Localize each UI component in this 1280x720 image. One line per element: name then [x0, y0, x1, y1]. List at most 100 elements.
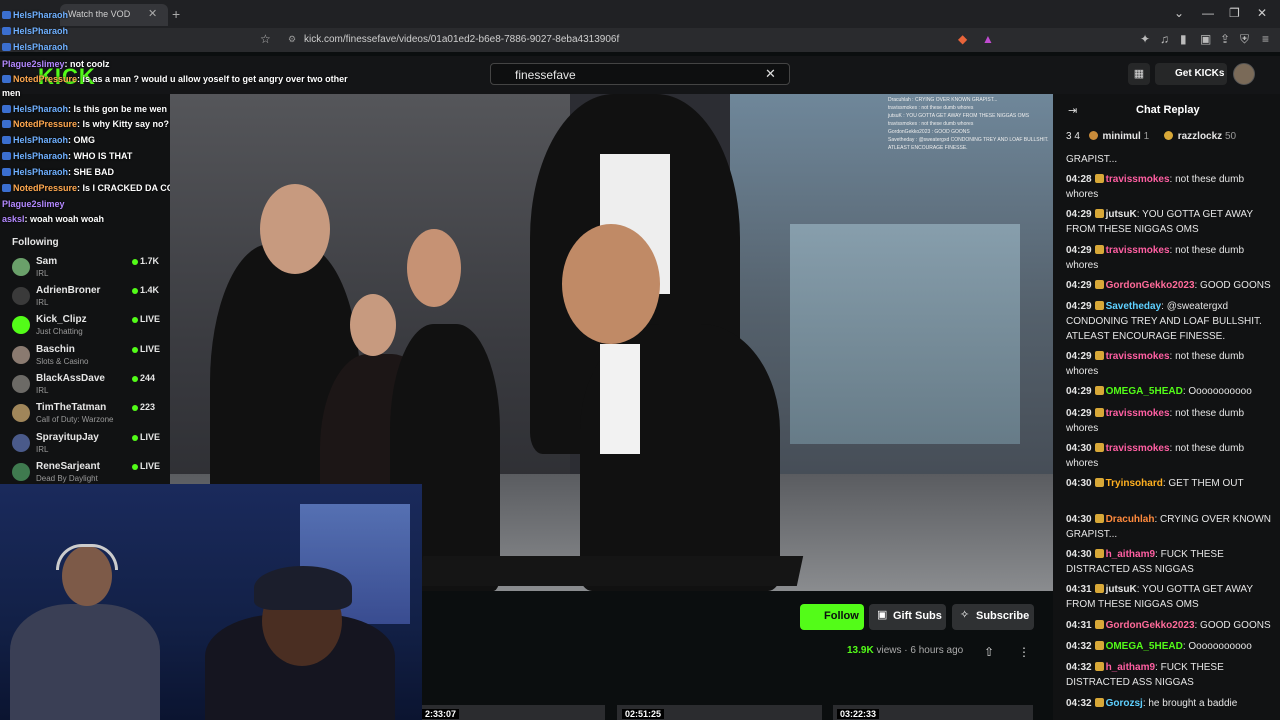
share-icon[interactable]: ⇧: [984, 645, 994, 659]
chat-message: 04:30 h_aitham9: FUCK THESE DISTRACTED AS…: [1066, 547, 1276, 577]
extensions-icon[interactable]: ✦: [1140, 32, 1150, 46]
sidebar-channel[interactable]: SprayitupJay IRL LIVE: [12, 432, 168, 461]
get-kicks-button[interactable]: Get KICKs: [1155, 63, 1227, 85]
chat-username[interactable]: Gorozsj: [1106, 698, 1143, 709]
chat-message: 04:29 OMEGA_5HEAD: Ooooooooooo: [1066, 384, 1276, 399]
chat-message: 04:30 travissmokes: not these dumb whores: [1066, 441, 1276, 471]
chat-badge-icon: [1094, 641, 1104, 650]
chat-badge-icon: [2, 27, 11, 35]
chat-username[interactable]: travissmokes: [1106, 408, 1170, 419]
chat-username[interactable]: OMEGA_5HEAD: [1106, 641, 1183, 652]
overlay-chat-text: : is as a man ? would u allow yoself to …: [77, 74, 348, 84]
theater-mode-icon[interactable]: ▦: [1128, 63, 1150, 85]
collapse-chat-icon[interactable]: ⇥: [1068, 104, 1077, 117]
chat-badge-icon: [2, 136, 11, 144]
overlay-chat-user: HelsPharaoh: [13, 151, 69, 161]
channel-avatar: [12, 316, 30, 334]
overlay-chat-text: : woah woah woah: [24, 214, 105, 224]
chat-username[interactable]: Savetheday: [1106, 301, 1162, 312]
chat-username[interactable]: h_aitham9: [1106, 549, 1155, 560]
more-options-icon[interactable]: ⋮: [1018, 645, 1030, 659]
chat-message-text: : he brought a baddie: [1142, 698, 1238, 709]
channel-avatar: [12, 346, 30, 364]
chat-username[interactable]: GordonGekko2023: [1106, 280, 1195, 291]
channel-avatar: [12, 287, 30, 305]
chat-message: 04:29 GordonGekko2023: GOOD GOONS: [1066, 278, 1276, 293]
chat-username[interactable]: jutsuK: [1106, 209, 1137, 220]
minimize-icon[interactable]: —: [1202, 6, 1214, 20]
clear-search-icon[interactable]: ✕: [765, 66, 776, 82]
media-icon[interactable]: ♫: [1160, 32, 1169, 46]
video-overlay-chat-line: travissmokes : not these dumb whores: [888, 105, 974, 111]
wallet-icon[interactable]: ▣: [1200, 32, 1211, 46]
video-overlay-chat-line: jutsuK : YOU GOTTA GET AWAY FROM THESE N…: [888, 113, 1030, 119]
overlay-chat-line: HelsPharaoh: [2, 10, 68, 20]
search-input[interactable]: finessefave: [490, 63, 790, 85]
chat-replay-title: Chat Replay: [1136, 104, 1200, 116]
chat-timestamp: 04:29: [1066, 280, 1092, 291]
chat-badge-icon: [1094, 662, 1104, 671]
chat-timestamp: 04:28: [1066, 174, 1092, 185]
channel-viewers: 1.4K: [140, 285, 160, 295]
chat-timestamp: 04:32: [1066, 641, 1092, 652]
chat-username[interactable]: h_aitham9: [1106, 662, 1155, 673]
brave-shield-icon[interactable]: ◆: [958, 32, 967, 46]
channel-name: Baschin: [36, 344, 75, 355]
video-face: [407, 229, 461, 307]
sidebar-channel[interactable]: Sam IRL 1.7K: [12, 256, 168, 285]
chat-username[interactable]: Dracuhlah: [1106, 514, 1155, 525]
overlay-chat-text: : WHO IS THAT: [68, 151, 133, 161]
channel-name: TimTheTatman: [36, 402, 107, 413]
channel-category: Slots & Casino: [36, 357, 89, 366]
channel-name: BlackAssDave: [36, 373, 105, 384]
chat-username[interactable]: OMEGA_5HEAD: [1106, 386, 1183, 397]
rewards-icon[interactable]: ▲: [982, 32, 994, 46]
url-text: kick.com/finessefave/videos/01a01ed2-b6e…: [304, 34, 620, 45]
sidebar-channel[interactable]: TimTheTatman Call of Duty: Warzone 223: [12, 402, 168, 431]
chat-username[interactable]: Tryinsohard: [1106, 478, 1163, 489]
meta-separator: ·: [904, 645, 908, 656]
chat-badge-icon: [2, 11, 11, 19]
overlay-chat-line: Plague2slimey: not coolz: [2, 59, 110, 69]
chat-username[interactable]: travissmokes: [1106, 443, 1170, 454]
chat-username[interactable]: travissmokes: [1106, 351, 1170, 362]
vpn-icon[interactable]: ⛨: [1240, 32, 1249, 47]
channel-avatar: [12, 404, 30, 422]
overlay-chat-user: NotedPressure: [13, 119, 78, 129]
channel-name: Sam: [36, 256, 58, 267]
sidebar-channel[interactable]: BlackAssDave IRL 244: [12, 373, 168, 402]
chat-message: 04:30 Dracuhlah: CRYING OVER KNOWN GRAPIS…: [1066, 512, 1276, 542]
url-field[interactable]: ⚙ kick.com/finessefave/videos/01a01ed2-b…: [280, 31, 950, 49]
live-indicator-icon: [132, 288, 138, 294]
thumbnail-duration: 02:51:25: [622, 709, 665, 719]
tab-list-icon[interactable]: ⌄: [1174, 6, 1184, 20]
channel-avatar: [12, 434, 30, 452]
sidebar-toggle-icon[interactable]: ▮: [1180, 32, 1187, 46]
maximize-icon[interactable]: ❐: [1229, 6, 1240, 20]
chat-badge-icon: [1094, 584, 1104, 593]
overlay-chat-user: Plague2slimey: [2, 59, 65, 69]
share-icon[interactable]: ⇪: [1220, 32, 1230, 46]
chat-badge-icon: [1094, 443, 1104, 452]
following-heading: Following: [12, 237, 59, 248]
chat-badge-icon: [1094, 478, 1104, 487]
overlay-chat-line: HelsPharaoh: SHE BAD: [2, 167, 114, 177]
follow-label: Follow: [824, 610, 859, 622]
chat-username[interactable]: GordonGekko2023: [1106, 620, 1195, 631]
channel-category: Dead By Daylight: [36, 474, 98, 483]
menu-icon[interactable]: ≡: [1262, 32, 1269, 46]
follow-button[interactable]: Follow: [800, 604, 864, 630]
sidebar-channel[interactable]: Baschin Slots & Casino LIVE: [12, 344, 168, 373]
chat-badge-icon: [1094, 549, 1104, 558]
chat-username[interactable]: travissmokes: [1106, 245, 1170, 256]
chat-username[interactable]: travissmokes: [1106, 174, 1170, 185]
overlay-chat-line: HelsPharaoh: [2, 42, 68, 52]
sidebar-channel[interactable]: AdrienBroner IRL 1.4K: [12, 285, 168, 314]
video-age: 6 hours ago: [910, 645, 964, 656]
overlay-chat-text: : SHE BAD: [68, 167, 115, 177]
chat-badge-icon: [2, 105, 11, 113]
chat-username[interactable]: jutsuK: [1106, 584, 1137, 595]
close-window-icon[interactable]: ✕: [1257, 6, 1267, 20]
avatar[interactable]: [1233, 63, 1255, 85]
sidebar-channel[interactable]: Kick_Clipz Just Chatting LIVE: [12, 314, 168, 343]
